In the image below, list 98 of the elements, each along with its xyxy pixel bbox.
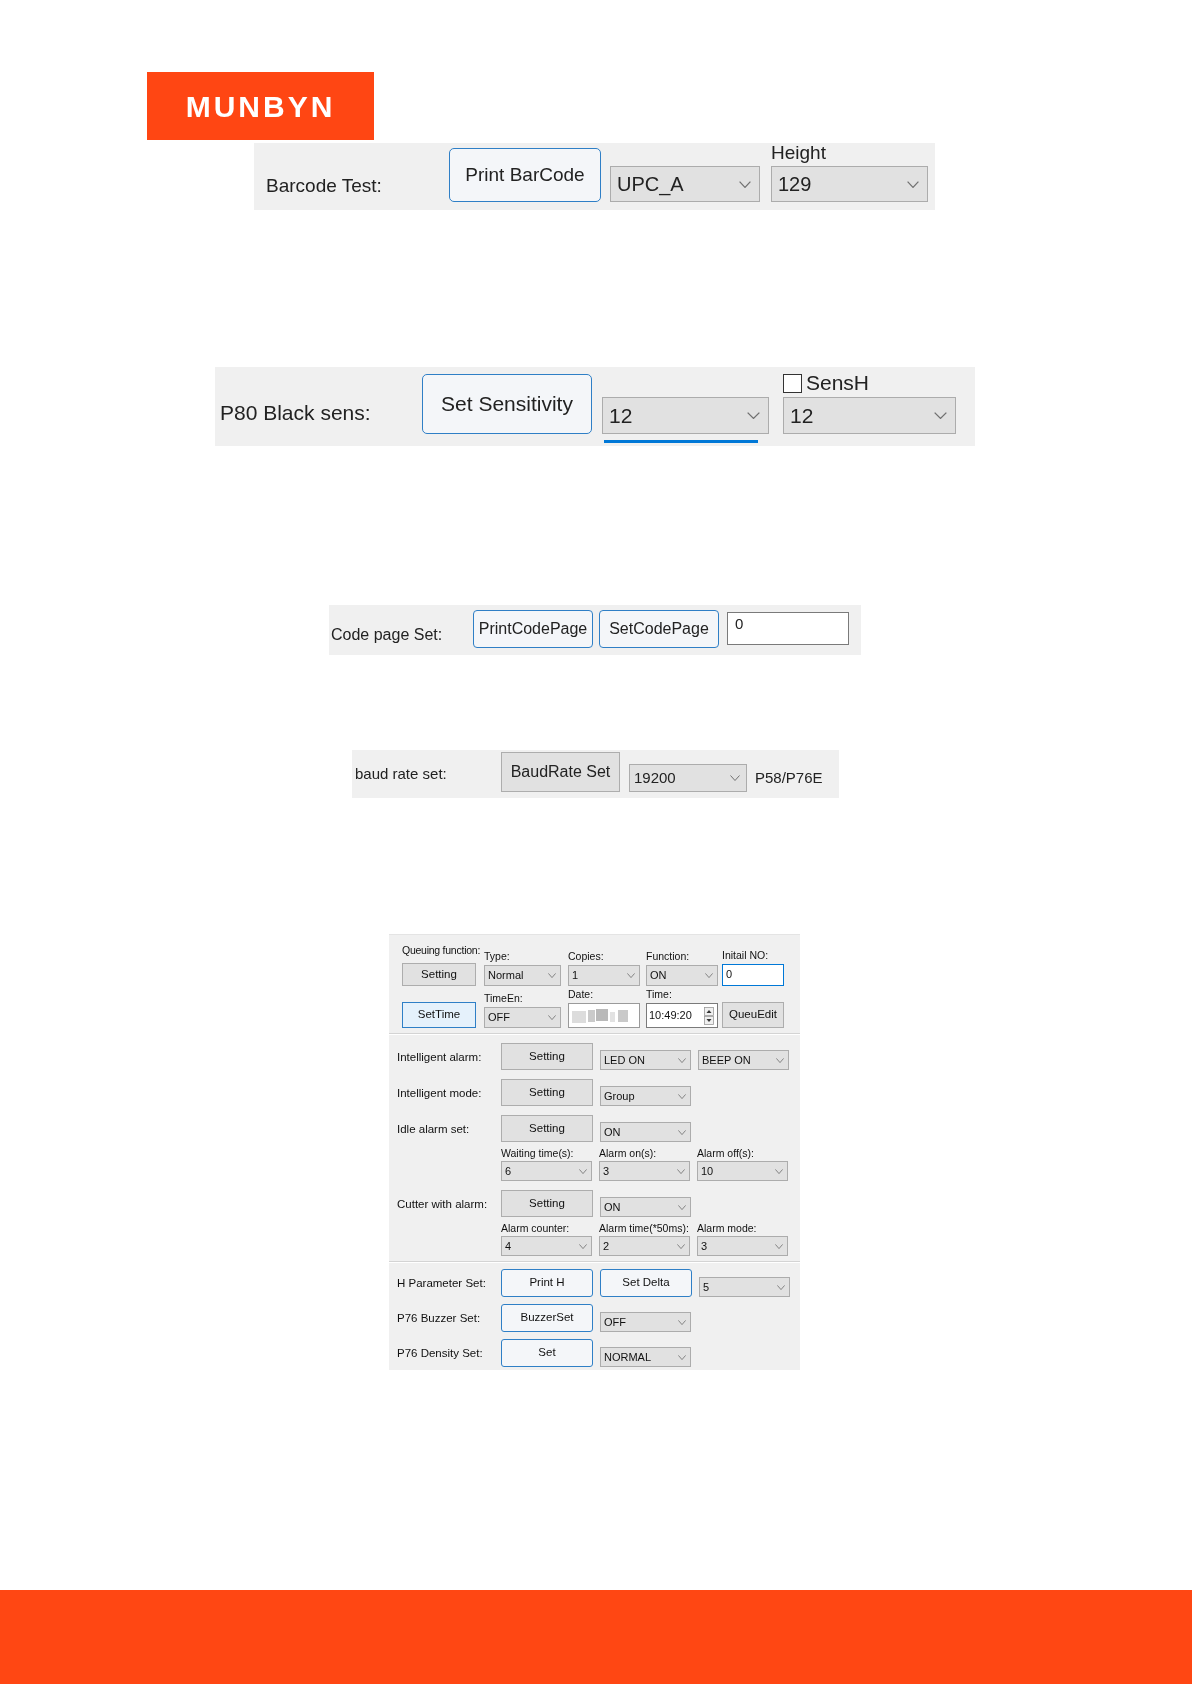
code-page-input[interactable]: 0 <box>727 612 849 645</box>
baud-rate-label: baud rate set: <box>355 765 448 783</box>
setting-label: Cutter with alarm: <box>397 1196 489 1211</box>
chevron-down-icon <box>776 1057 784 1063</box>
chevron-down-icon <box>934 412 947 419</box>
set-delta-button[interactable]: Set Delta <box>600 1269 692 1297</box>
field-caption: Queuing function: <box>402 944 481 957</box>
chevron-down-icon <box>775 1243 783 1249</box>
setting-button[interactable]: Setting <box>501 1079 593 1106</box>
baud-rate-dropdown[interactable]: 19200 <box>629 764 747 792</box>
print-h-button[interactable]: Print H <box>501 1269 593 1297</box>
option-dropdown[interactable]: LED ON <box>600 1050 691 1070</box>
number-input[interactable]: 0 <box>722 964 784 986</box>
field-caption: Waiting time(s): <box>501 1147 574 1160</box>
option-dropdown[interactable]: Group <box>600 1086 691 1106</box>
field-caption: Date: <box>568 988 594 1001</box>
setting-button[interactable]: Setting <box>501 1115 593 1142</box>
option-dropdown[interactable]: 2 <box>599 1236 690 1256</box>
option-dropdown[interactable]: ON <box>600 1197 691 1217</box>
option-dropdown[interactable]: 3 <box>697 1236 788 1256</box>
time-field[interactable]: 10:49:20 <box>646 1003 718 1028</box>
sensitivity-dropdown[interactable]: 12 <box>602 397 769 434</box>
chevron-down-icon <box>678 1093 686 1099</box>
sens-h-dropdown[interactable]: 12 <box>783 397 956 434</box>
option-dropdown[interactable]: 5 <box>699 1277 790 1297</box>
density-set-button[interactable]: Set <box>501 1339 593 1367</box>
setting-label: P76 Density Set: <box>397 1346 484 1360</box>
field-caption: Type: <box>484 950 510 963</box>
sensitivity-label: P80 Black sens: <box>220 400 372 426</box>
brand-logo: MUNBYN <box>147 72 374 140</box>
code-page-label: Code page Set: <box>331 625 444 645</box>
buzzer-set-button[interactable]: BuzzerSet <box>501 1304 593 1332</box>
field-caption: Function: <box>646 950 690 963</box>
field-caption: Alarm time(*50ms): <box>599 1222 689 1235</box>
checkbox-label: SensH <box>806 372 870 394</box>
option-dropdown[interactable]: ON <box>600 1122 691 1142</box>
print-barcode-button[interactable]: Print BarCode <box>449 148 601 202</box>
chevron-down-icon <box>678 1354 686 1360</box>
field-caption: TimeEn: <box>484 992 523 1005</box>
field-caption: Copies: <box>568 950 604 963</box>
date-field[interactable] <box>568 1003 640 1028</box>
option-dropdown[interactable]: BEEP ON <box>698 1050 789 1070</box>
chevron-down-icon <box>677 1168 685 1174</box>
pixelated-blur-icon <box>572 1008 628 1023</box>
field-caption: Alarm off(s): <box>697 1147 754 1160</box>
option-dropdown[interactable]: 10 <box>697 1161 788 1181</box>
option-dropdown[interactable]: OFF <box>600 1312 691 1332</box>
chevron-down-icon <box>739 180 751 188</box>
field-caption: Time: <box>646 988 672 1001</box>
setting-button[interactable]: Setting <box>501 1190 593 1217</box>
option-dropdown[interactable]: ON <box>646 965 718 986</box>
queue-edit-button[interactable]: QueuEdit <box>722 1002 784 1028</box>
field-caption: Alarm mode: <box>697 1222 757 1235</box>
print-code-page-button[interactable]: PrintCodePage <box>473 610 593 648</box>
setting-button[interactable]: Setting <box>402 963 476 986</box>
option-dropdown[interactable]: 4 <box>501 1236 592 1256</box>
height-caption: Height <box>771 143 826 165</box>
field-caption: Initail NO: <box>722 949 769 962</box>
chevron-down-icon <box>678 1319 686 1325</box>
baud-rate-set-button[interactable]: BaudRate Set <box>501 752 620 792</box>
setting-label: Idle alarm set: <box>397 1121 471 1136</box>
chevron-down-icon <box>777 1284 785 1290</box>
option-dropdown[interactable]: Normal <box>484 965 561 986</box>
chevron-down-icon <box>548 973 556 978</box>
chevron-down-icon <box>627 973 635 978</box>
setting-label: Intelligent alarm: <box>397 1049 483 1064</box>
set-code-page-button[interactable]: SetCodePage <box>599 610 719 648</box>
setting-button[interactable]: Setting <box>501 1043 593 1070</box>
barcode-height-dropdown[interactable]: 129 <box>771 166 928 202</box>
option-dropdown[interactable]: 1 <box>568 965 640 986</box>
model-note: P58/P76E <box>755 769 823 787</box>
chevron-down-icon <box>548 1015 556 1020</box>
spinner-arrows-icon <box>704 1006 714 1025</box>
chevron-down-icon <box>705 973 713 978</box>
chevron-down-icon <box>678 1057 686 1063</box>
chevron-down-icon <box>907 180 919 188</box>
chevron-down-icon <box>775 1168 783 1174</box>
option-dropdown[interactable]: 3 <box>599 1161 690 1181</box>
setting-label: Intelligent mode: <box>397 1085 483 1100</box>
setting-label: H Parameter Set: <box>397 1276 487 1290</box>
chevron-down-icon <box>677 1243 685 1249</box>
set-time-button[interactable]: SetTime <box>402 1002 476 1028</box>
chevron-down-icon <box>579 1243 587 1249</box>
option-dropdown[interactable]: NORMAL <box>600 1347 691 1367</box>
chevron-down-icon <box>579 1168 587 1174</box>
option-dropdown[interactable]: 6 <box>501 1161 592 1181</box>
barcode-test-label: Barcode Test: <box>266 174 383 198</box>
checkbox[interactable] <box>783 373 802 393</box>
chevron-down-icon <box>678 1129 686 1135</box>
field-caption: Alarm counter: <box>501 1222 570 1235</box>
barcode-type-dropdown[interactable]: UPC_A <box>610 166 760 202</box>
set-sensitivity-button[interactable]: Set Sensitivity <box>422 374 592 434</box>
chevron-down-icon <box>678 1204 686 1210</box>
setting-label: P76 Buzzer Set: <box>397 1311 482 1325</box>
chevron-down-icon <box>730 775 740 781</box>
option-dropdown[interactable]: OFF <box>484 1007 561 1028</box>
field-caption: Alarm on(s): <box>599 1147 657 1160</box>
chevron-down-icon <box>747 412 760 419</box>
